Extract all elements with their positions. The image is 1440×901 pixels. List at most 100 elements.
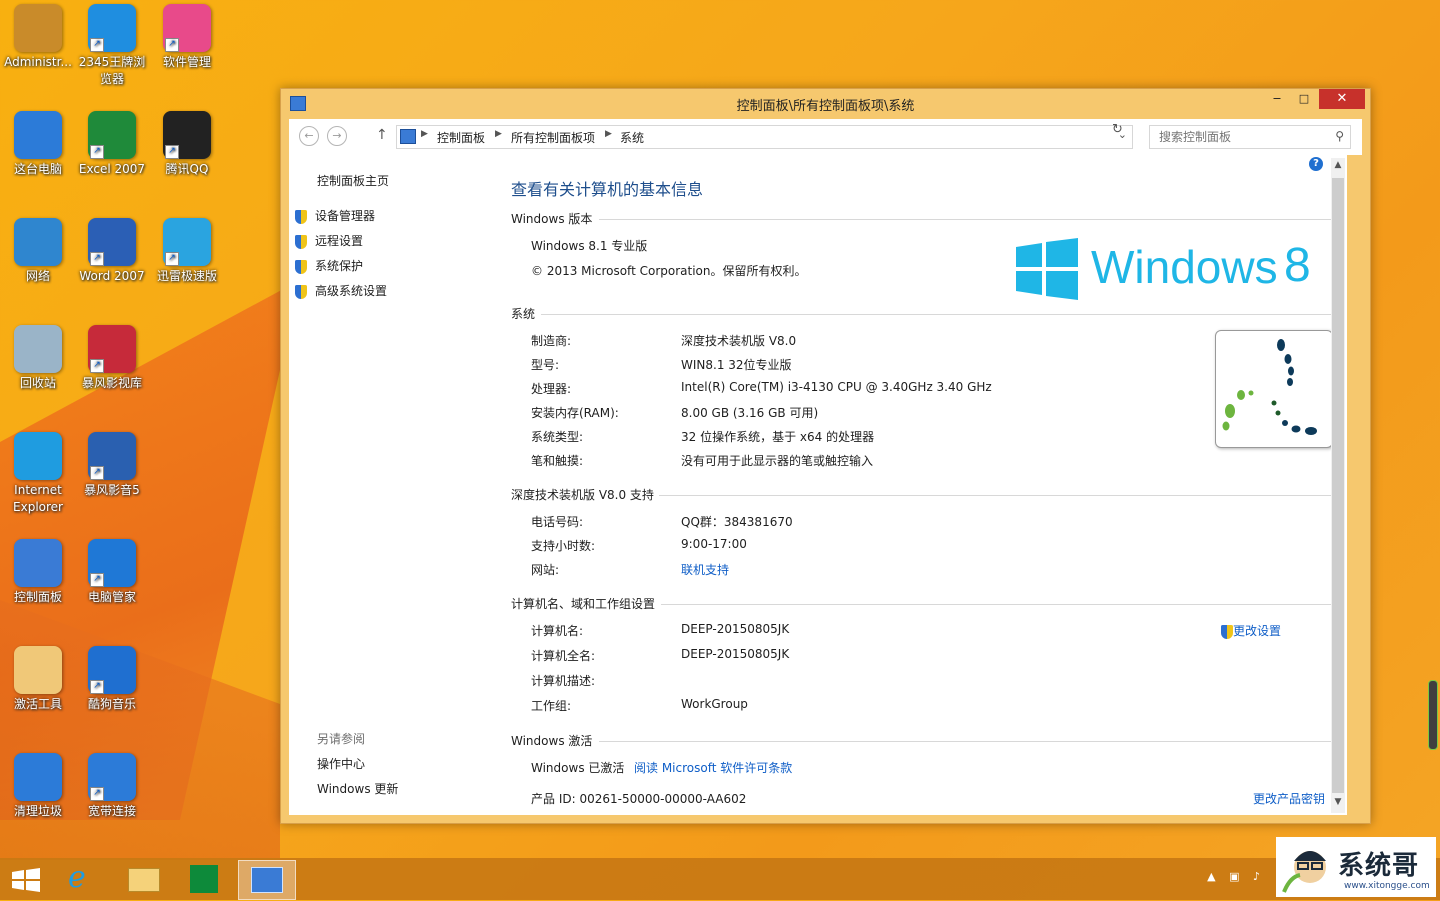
shortcut-arrow-icon: ↗ (90, 38, 104, 52)
info-value: Intel(R) Core(TM) i3-4130 CPU @ 3.40GHz … (681, 380, 992, 394)
refresh-icon[interactable]: ↻ (1112, 122, 1123, 137)
desktop-icon-kugou-music[interactable]: ↗ 酷狗音乐 (74, 646, 150, 713)
desktop-icon-word-2007[interactable]: ↗ Word 2007 (74, 218, 150, 285)
search-icon[interactable]: ⚲ (1335, 129, 1344, 143)
copyright-text: © 2013 Microsoft Corporation。保留所有权利。 (531, 264, 807, 278)
desktop-icon-baofeng-player[interactable]: ↗ 暴风影音5 (74, 432, 150, 499)
oem-logo (1215, 330, 1333, 448)
help-icon[interactable]: ? (1309, 157, 1323, 171)
search-input[interactable] (1157, 126, 1331, 148)
desktop-icon-label: Word 2007 (79, 269, 145, 283)
license-terms-link[interactable]: 阅读 Microsoft 软件许可条款 (634, 759, 792, 776)
pc-manager-icon: ↗ (88, 539, 136, 587)
minimize-button[interactable]: ‒ (1264, 89, 1290, 109)
nav-device-manager[interactable]: 设备管理器 (295, 207, 375, 227)
see-also-action-center[interactable]: 操作中心 (317, 755, 365, 772)
address-bar[interactable]: ▶ 控制面板 ▶ 所有控制面板项 ▶ 系统 ⌄ (396, 125, 1133, 149)
desktop-icon-activation-tool[interactable]: 激活工具 (0, 646, 76, 713)
desktop-icon-control-panel[interactable]: 控制面板 (0, 539, 76, 606)
windows-logo-number: 8 (1284, 239, 1311, 292)
desktop-icon-internet-explorer[interactable]: Internet Explorer (0, 432, 76, 516)
close-button[interactable]: ✕ (1319, 89, 1365, 109)
volume-icon[interactable]: ♪ (1253, 870, 1260, 883)
start-button[interactable] (0, 860, 56, 898)
shield-icon (295, 284, 307, 299)
edition-name: Windows 8.1 专业版 (531, 239, 648, 253)
internet-explorer-icon: e (68, 860, 86, 895)
info-value: WIN8.1 32位专业版 (681, 358, 792, 372)
nav-advanced-settings[interactable]: 高级系统设置 (295, 282, 387, 302)
desktop-icon-network[interactable]: 网络 (0, 218, 76, 285)
tray-expand-icon[interactable]: ▲ (1207, 870, 1215, 883)
change-product-key-link[interactable]: 更改产品密钥 (1253, 790, 1325, 807)
desktop-icon-label: 2345王牌浏览器 (78, 55, 146, 86)
page-title: 查看有关计算机的基本信息 (511, 180, 704, 199)
info-value: DEEP-20150805JK (681, 647, 790, 661)
breadcrumb-control-panel[interactable]: 控制面板 (437, 129, 485, 146)
section-heading: 计算机名、域和工作组设置 (511, 597, 656, 611)
desktop-icon-clean-junk[interactable]: 清理垃圾 (0, 753, 76, 820)
desktop-icon-tencent-qq[interactable]: ↗ 腾讯QQ (149, 111, 225, 178)
watermark-url: www.xitongge.com (1344, 881, 1430, 891)
desktop-icon-xunlei[interactable]: ↗ 迅雷极速版 (149, 218, 225, 285)
control-panel-home-link[interactable]: 控制面板主页 (317, 172, 389, 189)
scroll-down-icon[interactable]: ▼ (1332, 797, 1344, 811)
windows-8-logo: Windows 8 (1016, 238, 1316, 300)
network-status-icon[interactable]: ▣ (1229, 870, 1239, 883)
vertical-scrollbar[interactable]: ▲ ▼ (1331, 158, 1345, 813)
nav-system-protection[interactable]: 系统保护 (295, 257, 363, 277)
shortcut-arrow-icon: ↗ (90, 145, 104, 159)
maximize-button[interactable]: □ (1291, 89, 1317, 109)
system-tray: ▲ ▣ ♪ (1207, 870, 1260, 883)
desktop-icon-2345-browser[interactable]: ↗ 2345王牌浏览器 (74, 4, 150, 88)
taskbar-explorer-button[interactable] (116, 860, 172, 898)
2345-browser-icon: ↗ (88, 4, 136, 52)
back-button[interactable]: ← (299, 126, 319, 146)
breadcrumb-all-items[interactable]: 所有控制面板项 (511, 129, 595, 146)
section-divider (661, 604, 1335, 605)
shortcut-arrow-icon: ↗ (90, 680, 104, 694)
desktop-icon-label: 腾讯QQ (165, 162, 209, 176)
taskbar-ie-button[interactable]: e (56, 860, 112, 898)
shortcut-arrow-icon: ↗ (165, 252, 179, 266)
see-also-windows-update[interactable]: Windows 更新 (317, 780, 398, 797)
info-value: WorkGroup (681, 697, 748, 711)
oem-logo-icon (1222, 339, 1317, 435)
edge-handle[interactable] (1428, 680, 1438, 750)
title-bar[interactable]: 控制面板\所有控制面板项\系统 ‒ □ ✕ (281, 89, 1370, 117)
info-value: 没有可用于此显示器的笔或触控输入 (681, 454, 874, 468)
section-divider (659, 495, 1335, 496)
scrollbar-thumb[interactable] (1332, 178, 1344, 793)
change-settings-link[interactable]: 更改设置 (1221, 622, 1281, 639)
search-box[interactable]: ⚲ (1149, 125, 1351, 149)
desktop-icon-pc-manager[interactable]: ↗ 电脑管家 (74, 539, 150, 606)
scroll-up-icon[interactable]: ▲ (1332, 160, 1344, 174)
desktop-icon-label: 迅雷极速版 (156, 269, 217, 283)
support-website-link[interactable]: 联机支持 (681, 561, 729, 578)
taskbar-control-panel-button[interactable] (238, 860, 296, 900)
kugou-music-icon: ↗ (88, 646, 136, 694)
info-label: 处理器: (531, 382, 572, 396)
section-heading: Windows 版本 (511, 212, 593, 226)
forward-button[interactable]: → (327, 126, 347, 146)
activation-status: Windows 已激活 (531, 761, 625, 775)
desktop-icon-baofeng-library[interactable]: ↗ 暴风影视库 (74, 325, 150, 392)
desktop-icon-this-pc[interactable]: 这台电脑 (0, 111, 76, 178)
desktop-icon-administrator[interactable]: Administr... (0, 4, 76, 71)
desktop-icon-excel-2007[interactable]: ↗ Excel 2007 (74, 111, 150, 178)
word-2007-icon: ↗ (88, 218, 136, 266)
section-divider (599, 741, 1335, 742)
breadcrumb-separator-icon: ▶ (421, 129, 428, 139)
nav-remote-settings[interactable]: 远程设置 (295, 232, 363, 252)
shortcut-arrow-icon: ↗ (90, 573, 104, 587)
shield-icon (1221, 624, 1233, 639)
taskbar-store-button[interactable] (176, 860, 232, 898)
breadcrumb-system[interactable]: 系统 (620, 129, 644, 146)
baofeng-player-icon: ↗ (88, 432, 136, 480)
desktop-icon-recycle-bin[interactable]: 回收站 (0, 325, 76, 392)
desktop-icon-broadband[interactable]: ↗ 宽带连接 (74, 753, 150, 820)
up-button[interactable]: ↑ (376, 127, 388, 143)
section-heading: Windows 激活 (511, 734, 593, 748)
desktop-icon-software-manager[interactable]: ↗ 软件管理 (149, 4, 225, 71)
shortcut-arrow-icon: ↗ (90, 252, 104, 266)
